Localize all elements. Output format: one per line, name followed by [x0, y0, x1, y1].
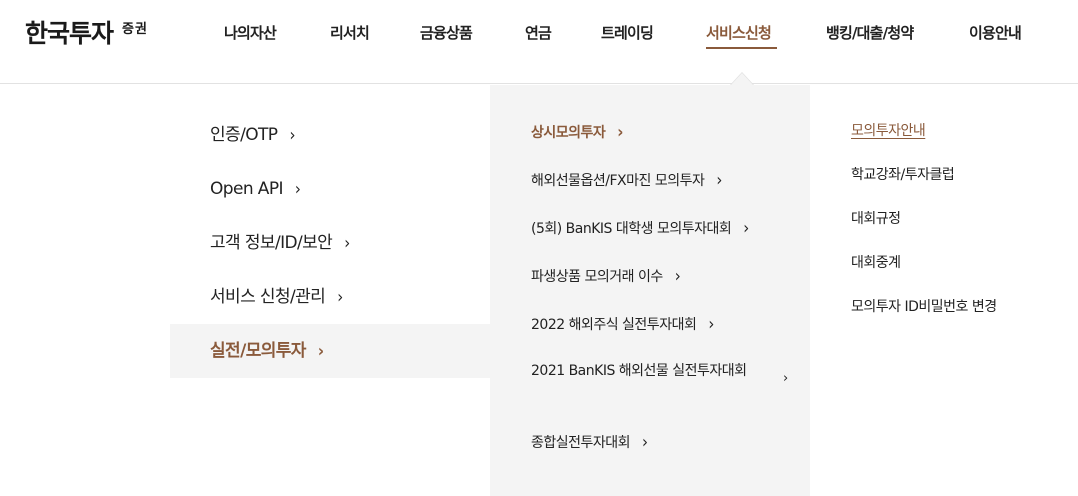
chevron-right-icon: › — [344, 233, 350, 253]
link-contest-broadcast[interactable]: 대회중계 — [851, 252, 901, 274]
menu-item-label: 실전/모의투자 — [210, 341, 306, 361]
chevron-right-icon: › — [642, 432, 648, 452]
global-header: 한국투자 증권 나의자산 리서치 금융상품 연금 트레이딩 서비스신청 뱅킹/대… — [0, 0, 1078, 84]
brand-logo[interactable]: 한국투자 증권 — [25, 18, 148, 50]
menu-item-label: 인증/OTP — [210, 125, 278, 145]
gnb-item-user-guide[interactable]: 이용안내 — [969, 22, 1022, 44]
menu-item-open-api[interactable]: Open API › — [210, 177, 301, 201]
submenu-item-overseas-futures-fx-mock[interactable]: 해외선물옵션/FX마진 모의투자 › — [531, 168, 722, 193]
gnb-item-financial-products[interactable]: 금융상품 — [420, 22, 473, 44]
submenu-item-derivatives-mock-course[interactable]: 파생상품 모의거래 이수 › — [531, 264, 681, 289]
menu-item-customer-info-security[interactable]: 고객 정보/ID/보안 › — [210, 231, 350, 255]
submenu-item-2022-overseas-stock-contest[interactable]: 2022 해외주식 실전투자대회 › — [531, 312, 714, 337]
submenu-item-label: 2022 해외주식 실전투자대회 — [531, 317, 697, 333]
gnb-item-my-assets[interactable]: 나의자산 — [224, 22, 277, 44]
chevron-right-icon: › — [716, 170, 722, 190]
logo-subtext: 증권 — [122, 22, 148, 37]
chevron-right-icon: › — [294, 179, 301, 199]
chevron-right-icon: › — [617, 122, 623, 142]
chevron-right-icon: › — [337, 287, 343, 307]
submenu-item-label: 해외선물옵션/FX마진 모의투자 — [531, 173, 705, 189]
chevron-right-icon: › — [783, 371, 789, 386]
link-contest-rules[interactable]: 대회규정 — [851, 208, 901, 230]
chevron-right-icon: › — [708, 314, 714, 334]
menu-item-service-management[interactable]: 서비스 신청/관리 › — [210, 285, 343, 309]
chevron-right-icon: › — [743, 218, 749, 238]
logo-text: 한국투자 — [25, 19, 114, 48]
dropdown-caret — [731, 73, 753, 85]
chevron-right-icon: › — [317, 341, 324, 361]
submenu-item-bankis-university-contest[interactable]: (5회) BanKIS 대학생 모의투자대회 › — [531, 216, 749, 241]
menu-item-label: 고객 정보/ID/보안 — [210, 233, 333, 253]
link-change-mock-id-password[interactable]: 모의투자 ID비밀번호 변경 — [851, 296, 997, 318]
menu-item-label: 서비스 신청/관리 — [210, 287, 326, 307]
submenu-item-label: 파생상품 모의거래 이수 — [531, 269, 663, 285]
gnb-item-research[interactable]: 리서치 — [330, 22, 370, 44]
chevron-right-icon: › — [674, 266, 681, 286]
chevron-right-icon: › — [289, 125, 295, 145]
submenu-item-label: 2021 BanKIS 해외선물 실전투자대회 — [531, 363, 747, 379]
active-tab-underline — [706, 47, 777, 49]
submenu-item-label: 종합실전투자대회 — [531, 435, 631, 451]
menu-item-label: Open API — [210, 179, 284, 199]
submenu-item-label: 상시모의투자 — [531, 125, 606, 141]
gnb-item-trading[interactable]: 트레이딩 — [601, 22, 654, 44]
submenu-item-label: (5회) BanKIS 대학생 모의투자대회 — [531, 221, 732, 237]
gnb-item-pension[interactable]: 연금 — [525, 22, 552, 44]
submenu-item-2021-bankis-futures-contest[interactable]: 2021 BanKIS 해외선물 실전투자대회 — [531, 359, 771, 383]
gnb-item-banking-loan-subscription[interactable]: 뱅킹/대출/청약 — [826, 22, 914, 44]
menu-item-auth-otp[interactable]: 인증/OTP › — [210, 123, 295, 147]
link-mock-investment-guide[interactable]: 모의투자안내 — [851, 120, 926, 142]
link-school-course-club[interactable]: 학교강좌/투자클럽 — [851, 164, 955, 186]
menu-item-real-mock-investment[interactable]: 실전/모의투자 › — [210, 339, 324, 363]
gnb-item-service-application[interactable]: 서비스신청 — [706, 22, 772, 44]
submenu-item-regular-mock-investment[interactable]: 상시모의투자 › — [531, 120, 623, 145]
submenu-item-comprehensive-contest[interactable]: 종합실전투자대회 › — [531, 430, 648, 455]
